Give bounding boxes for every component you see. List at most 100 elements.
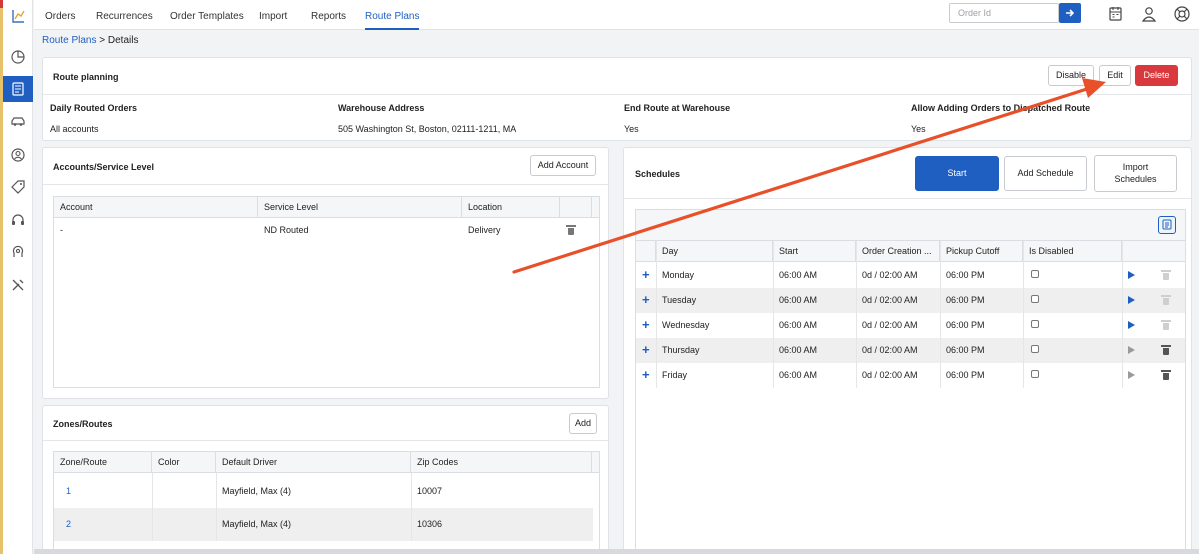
user-circle-icon[interactable] (3, 142, 33, 168)
column-day[interactable]: Day (656, 241, 773, 262)
is-disabled-checkbox[interactable] (1031, 270, 1039, 278)
divider (43, 94, 1191, 95)
delete-trash-icon[interactable] (1161, 345, 1171, 355)
import-schedules-label-line1: Import (1122, 162, 1149, 172)
orders-list-icon[interactable] (3, 76, 33, 102)
pickup-cutoff-cell: 06:00 PM (946, 270, 985, 280)
tab-recurrences[interactable]: Recurrences (96, 0, 153, 30)
column-location[interactable]: Location (462, 197, 560, 218)
support-headset-icon[interactable] (3, 207, 33, 233)
zones-table: Zone/Route Color Default Driver Zip Code… (53, 451, 600, 551)
account-cell: - (60, 225, 63, 235)
delete-button[interactable]: Delete (1135, 65, 1178, 86)
vehicle-icon[interactable] (3, 108, 33, 134)
column-default-driver[interactable]: Default Driver (216, 452, 411, 473)
user-icon[interactable] (1140, 5, 1158, 23)
run-play-icon[interactable] (1128, 271, 1135, 279)
zone-link[interactable]: 1 (60, 475, 71, 508)
column-order-creation[interactable]: Order Creation ... (856, 241, 940, 262)
start-cell: 06:00 AM (779, 320, 818, 330)
run-play-icon[interactable] (1128, 346, 1135, 354)
expand-plus-icon[interactable]: + (642, 263, 650, 287)
column-settings-icon[interactable] (1158, 216, 1176, 234)
column-is-disabled[interactable]: Is Disabled (1023, 241, 1122, 262)
table-row[interactable]: - ND Routed Delivery (54, 218, 599, 243)
location-cell: Delivery (468, 225, 501, 235)
dashboard-chart-icon[interactable] (3, 44, 33, 70)
delete-trash-icon[interactable] (1161, 370, 1171, 380)
table-row[interactable]: + Tuesday 06:00 AM 0d / 02:00 AM 06:00 P… (636, 288, 1185, 313)
order-search-button[interactable] (1059, 3, 1081, 23)
add-zone-button[interactable]: Add (569, 413, 597, 434)
zone-link[interactable]: 2 (60, 508, 71, 541)
route-planning-title: Route planning (53, 72, 119, 82)
order-id-input[interactable] (949, 3, 1059, 23)
zip-codes-cell: 10007 (417, 486, 443, 496)
delete-trash-icon[interactable] (1161, 320, 1171, 330)
column-start[interactable]: Start (773, 241, 856, 262)
is-disabled-checkbox[interactable] (1031, 370, 1039, 378)
column-pickup-cutoff[interactable]: Pickup Cutoff (940, 241, 1023, 262)
tab-reports[interactable]: Reports (311, 0, 346, 30)
table-row[interactable]: 1 Mayfield, Max (4) 10007 (54, 475, 593, 508)
column-color[interactable]: Color (152, 452, 216, 473)
is-disabled-checkbox[interactable] (1031, 295, 1039, 303)
tab-orders[interactable]: Orders (45, 0, 76, 30)
column-zone-route[interactable]: Zone/Route (54, 452, 152, 473)
column-account[interactable]: Account (54, 197, 258, 218)
start-button[interactable]: Start (915, 156, 999, 191)
order-creation-cell: 0d / 02:00 AM (862, 345, 918, 355)
table-row[interactable]: 2 Mayfield, Max (4) 10306 (54, 508, 593, 541)
settings-brain-icon[interactable] (3, 239, 33, 265)
pickup-cutoff-cell: 06:00 PM (946, 345, 985, 355)
add-schedule-button[interactable]: Add Schedule (1004, 156, 1087, 191)
arrow-right-icon (1066, 9, 1075, 17)
column-service-level[interactable]: Service Level (258, 197, 462, 218)
is-disabled-checkbox[interactable] (1031, 345, 1039, 353)
column-zip-codes[interactable]: Zip Codes (411, 452, 592, 473)
breadcrumb-route-plans-link[interactable]: Route Plans (42, 35, 96, 46)
warehouse-address-value: 505 Washington St, Boston, 02111-1211, M… (338, 124, 517, 134)
route-planning-card: Route planning Disable Edit Delete Daily… (42, 57, 1192, 141)
service-level-cell: ND Routed (264, 225, 309, 235)
table-row[interactable]: + Friday 06:00 AM 0d / 02:00 AM 06:00 PM (636, 363, 1185, 388)
tab-import[interactable]: Import (259, 0, 287, 30)
disable-button[interactable]: Disable (1048, 65, 1094, 86)
import-schedules-button[interactable]: Import Schedules (1094, 155, 1177, 192)
allow-adding-orders-label: Allow Adding Orders to Dispatched Route (911, 103, 1091, 113)
edit-button[interactable]: Edit (1099, 65, 1131, 86)
tab-route-plans[interactable]: Route Plans (365, 0, 420, 30)
accounts-table-header: Account Service Level Location (54, 197, 599, 218)
order-creation-cell: 0d / 02:00 AM (862, 295, 918, 305)
day-cell: Monday (662, 270, 695, 280)
calendar-icon[interactable] (1107, 5, 1125, 23)
table-row[interactable]: + Wednesday 06:00 AM 0d / 02:00 AM 06:00… (636, 313, 1185, 338)
is-disabled-checkbox[interactable] (1031, 320, 1039, 328)
zones-title: Zones/Routes (53, 419, 113, 429)
zones-routes-card: Zones/Routes Add Zone/Route Color Defaul… (42, 405, 609, 551)
help-lifebuoy-icon[interactable] (1173, 5, 1191, 23)
start-cell: 06:00 AM (779, 370, 818, 380)
expand-plus-icon[interactable]: + (642, 288, 650, 312)
delete-trash-icon[interactable] (1161, 295, 1171, 305)
run-play-icon[interactable] (1128, 321, 1135, 329)
horizontal-scrollbar[interactable] (34, 549, 1199, 554)
tag-icon[interactable] (3, 174, 33, 200)
delete-trash-icon[interactable] (566, 225, 576, 235)
add-account-button[interactable]: Add Account (530, 155, 596, 176)
run-play-icon[interactable] (1128, 296, 1135, 304)
tools-icon[interactable] (3, 272, 33, 298)
expand-plus-icon[interactable]: + (642, 363, 650, 387)
schedules-table: Day Start Order Creation ... Pickup Cuto… (635, 209, 1186, 551)
table-row[interactable]: + Thursday 06:00 AM 0d / 02:00 AM 06:00 … (636, 338, 1185, 363)
tab-order-templates[interactable]: Order Templates (170, 0, 244, 30)
table-row[interactable]: + Monday 06:00 AM 0d / 02:00 AM 06:00 PM (636, 263, 1185, 288)
warehouse-address-label: Warehouse Address (338, 103, 425, 113)
route-map-icon[interactable] (3, 3, 33, 29)
delete-trash-icon[interactable] (1161, 270, 1171, 280)
run-play-icon[interactable] (1128, 371, 1135, 379)
zip-codes-cell: 10306 (417, 519, 443, 529)
breadcrumb-current: > Details (99, 35, 139, 46)
expand-plus-icon[interactable]: + (642, 313, 650, 337)
expand-plus-icon[interactable]: + (642, 338, 650, 362)
